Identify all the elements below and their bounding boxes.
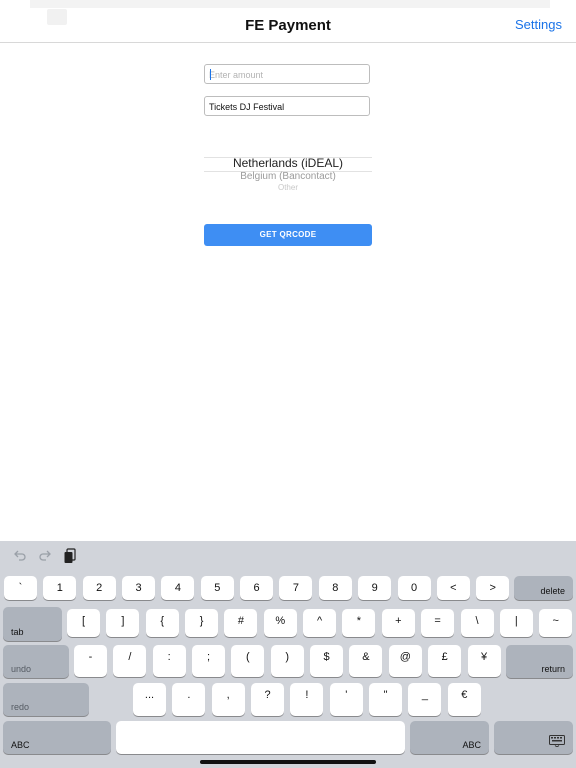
symbol-key[interactable]: -	[74, 645, 107, 677]
undo-key-label: undo	[11, 664, 32, 674]
background-ghost-strip	[30, 0, 550, 8]
key-5[interactable]: 5	[200, 576, 234, 600]
symbol-key[interactable]: /	[113, 645, 147, 677]
key-3[interactable]: 3	[122, 576, 156, 600]
symbol-key[interactable]: #	[224, 609, 258, 637]
symbol-key[interactable]: ¥	[467, 645, 501, 677]
delete-key[interactable]: delete	[514, 576, 573, 600]
key-9[interactable]: 9	[358, 576, 392, 600]
keyboard-dismiss-icon	[549, 735, 565, 749]
delete-key-label: delete	[540, 586, 565, 596]
redo-key[interactable]: redo	[3, 683, 89, 716]
symbol-key[interactable]: &	[349, 645, 383, 677]
symbol-key[interactable]: ?	[251, 683, 285, 716]
undo-key[interactable]: undo	[3, 645, 69, 678]
symbol-key[interactable]: :	[152, 645, 186, 677]
symbol-key[interactable]: ;	[192, 645, 226, 677]
payment-method-picker[interactable]: Netherlands (iDEAL) Belgium (Bancontact)…	[204, 152, 372, 194]
symbol-key[interactable]: ~	[539, 609, 573, 637]
symbol-key[interactable]: '	[329, 683, 363, 716]
key-6[interactable]: 6	[240, 576, 274, 600]
keyboard-dismiss-key[interactable]	[494, 721, 573, 754]
key-11[interactable]: <	[436, 576, 470, 600]
return-key[interactable]: return	[506, 645, 573, 678]
settings-button[interactable]: Settings	[515, 17, 562, 32]
symbol-key[interactable]: ,	[211, 683, 245, 716]
symbol-key[interactable]: *	[342, 609, 376, 637]
key-1[interactable]: 1	[43, 576, 77, 600]
abc-key-left[interactable]: ABC	[3, 721, 111, 754]
symbol-key[interactable]: @	[388, 645, 422, 677]
amount-input-container[interactable]	[204, 64, 370, 84]
symbol-key[interactable]: ]	[106, 609, 140, 637]
key-10[interactable]: 0	[397, 576, 431, 600]
key-12[interactable]: >	[476, 576, 510, 600]
symbol-key[interactable]: $	[310, 645, 344, 677]
key-4[interactable]: 4	[161, 576, 195, 600]
picker-option[interactable]: Other	[204, 183, 372, 192]
symbol-key[interactable]: (	[231, 645, 265, 677]
symbol-key[interactable]: _	[408, 683, 442, 716]
symbol-key[interactable]: [	[67, 609, 100, 637]
abc-key-left-label: ABC	[11, 740, 30, 750]
symbol-key[interactable]: |	[499, 609, 533, 637]
symbol-key[interactable]: }	[185, 609, 219, 637]
home-indicator	[200, 760, 376, 764]
get-qrcode-button[interactable]: GET QRCODE	[204, 224, 372, 246]
key-2[interactable]: 2	[82, 576, 116, 600]
page-title: FE Payment	[245, 17, 331, 34]
symbol-key[interactable]: £	[428, 645, 462, 677]
description-input[interactable]	[205, 98, 369, 116]
key-7[interactable]: 7	[279, 576, 313, 600]
abc-key-right[interactable]: ABC	[410, 721, 489, 754]
on-screen-keyboard: ` 1 2 3 4 5 6 7 8 9 0 < > delete tab []{} #% ^ * + = \ | ~ undo -…	[0, 541, 576, 768]
symbol-key[interactable]: )	[270, 645, 304, 677]
symbol-key[interactable]: {	[145, 609, 179, 637]
symbol-key[interactable]: !	[290, 683, 324, 716]
picker-option-selected[interactable]: Netherlands (iDEAL)	[204, 156, 372, 170]
space-bar[interactable]	[116, 721, 405, 754]
redo-key-label: redo	[11, 702, 30, 712]
text-caret	[210, 69, 211, 80]
symbol-key[interactable]: ^	[303, 609, 337, 637]
redo-arrow-icon[interactable]	[37, 548, 53, 564]
description-input-container[interactable]	[204, 96, 370, 116]
symbol-key[interactable]: .	[172, 683, 206, 716]
keyboard-shortcut-bar	[0, 541, 576, 572]
navigation-bar: FE Payment Settings	[0, 0, 576, 43]
tab-key[interactable]: tab	[3, 607, 62, 641]
symbol-key[interactable]: +	[381, 609, 415, 637]
symbol-key[interactable]: €	[447, 683, 481, 716]
key-8[interactable]: 8	[318, 576, 352, 600]
symbol-key[interactable]: %	[263, 609, 297, 637]
key-0[interactable]: `	[4, 576, 37, 600]
tab-key-label: tab	[11, 627, 24, 637]
return-key-label: return	[541, 664, 565, 674]
symbol-key[interactable]: =	[421, 609, 455, 637]
undo-arrow-icon[interactable]	[12, 548, 28, 564]
clipboard-paste-icon[interactable]	[62, 548, 78, 564]
symbol-key[interactable]: ...	[133, 683, 166, 716]
picker-option[interactable]: Belgium (Bancontact)	[204, 171, 372, 182]
symbol-key[interactable]: \	[460, 609, 494, 637]
amount-input[interactable]	[205, 66, 369, 84]
abc-key-right-label: ABC	[462, 740, 481, 750]
symbol-key[interactable]: "	[369, 683, 403, 716]
